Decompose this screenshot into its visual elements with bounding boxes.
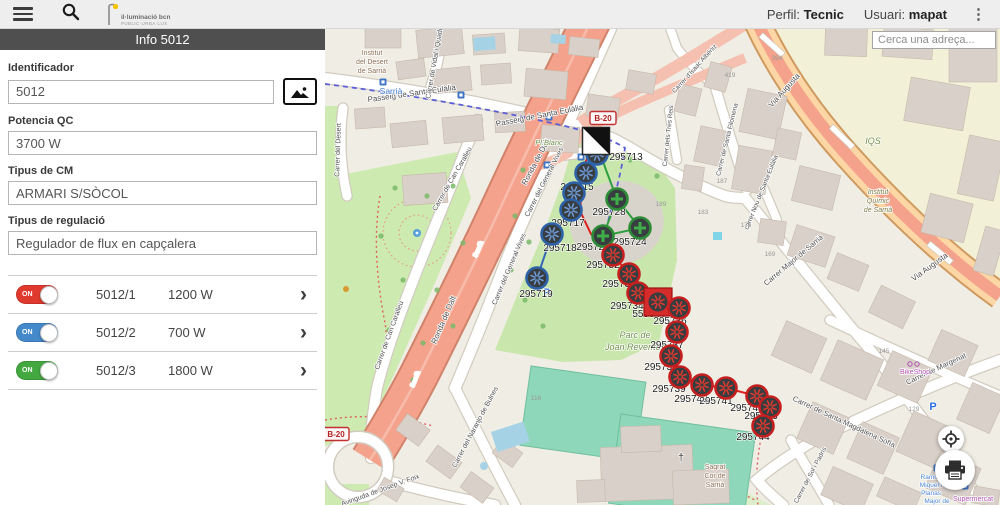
- poi-label: Cor de: [704, 473, 725, 480]
- svg-text:B-20: B-20: [594, 114, 612, 123]
- circuit-toggle-3[interactable]: ON: [16, 361, 58, 380]
- poi-label: del Desert: [356, 59, 388, 66]
- house-number: 116: [531, 395, 542, 402]
- map-marker-295719[interactable]: [527, 268, 548, 289]
- poi-label: Supermercat: [953, 496, 993, 503]
- map-marker-295744[interactable]: [753, 416, 774, 437]
- kebab-menu-icon[interactable]: ⋮: [967, 5, 990, 23]
- image-icon: [290, 85, 310, 99]
- field-label-tipus-cm: Tipus de CM: [8, 165, 317, 177]
- poi-label: de Sarrià: [358, 68, 387, 75]
- poi-label: Planas: [921, 490, 942, 497]
- house-number: 394: [772, 55, 783, 62]
- house-number: 183: [698, 209, 709, 216]
- map-marker-point[interactable]: [576, 163, 597, 184]
- house-number: 175: [741, 222, 752, 229]
- poi-label: Miquel i: [920, 482, 942, 489]
- house-number: 145: [879, 348, 890, 355]
- user-info: Usuari: mapat: [864, 7, 947, 22]
- house-number: 419: [725, 72, 736, 79]
- map-marker-295737[interactable]: [667, 322, 688, 343]
- photo-button[interactable]: [283, 78, 317, 105]
- tipus-regulacio-input[interactable]: [8, 231, 317, 255]
- address-search-input[interactable]: [872, 31, 996, 49]
- poi-label: Major de: [924, 498, 950, 505]
- svg-text:B-20: B-20: [327, 430, 345, 439]
- circuit-toggle-1[interactable]: ON: [16, 285, 58, 304]
- poi-label: P: [929, 401, 936, 413]
- top-bar: il·luminació bcn PUBLIC·URBA·LUX Perfil:…: [0, 0, 1000, 29]
- logo-line2: PUBLIC·URBA·LUX: [121, 22, 170, 27]
- circuit-list: ON 5012/1 1200 W › ON 5012/2 700 W › ON …: [8, 275, 317, 390]
- map-marker-555843[interactable]: [644, 288, 672, 316]
- menu-icon[interactable]: [13, 7, 33, 21]
- map-marker-295717[interactable]: [561, 200, 582, 221]
- map-marker-295732[interactable]: [603, 245, 624, 266]
- circuit-row-1[interactable]: ON 5012/1 1200 W ›: [8, 275, 317, 313]
- place-label: Parc de: [619, 330, 650, 340]
- house-number: 129: [909, 406, 920, 413]
- road-shield: B-20: [325, 428, 349, 441]
- field-label-potencia: Potencia QC: [8, 115, 317, 127]
- house-number: 189: [656, 201, 667, 208]
- circuit-row-2[interactable]: ON 5012/2 700 W ›: [8, 313, 317, 351]
- map-marker-295736[interactable]: [669, 298, 690, 319]
- marker-label: 295713: [609, 152, 643, 163]
- user-value: mapat: [909, 7, 947, 22]
- profile-info: Perfil: Tecnic: [767, 7, 844, 22]
- road-shield: B-20: [590, 112, 616, 125]
- map-marker-295741[interactable]: [716, 378, 737, 399]
- circuit-power: 1800 W: [168, 363, 213, 378]
- house-number: 169: [765, 251, 776, 258]
- map-marker-295738[interactable]: [661, 346, 682, 367]
- circuit-row-3[interactable]: ON 5012/3 1800 W ›: [8, 351, 317, 390]
- printer-icon: [944, 460, 966, 480]
- identificador-input[interactable]: [8, 80, 274, 104]
- map-marker-295724[interactable]: [630, 218, 651, 239]
- map-marker-295727[interactable]: [593, 226, 614, 247]
- streetlight-icon: [106, 3, 119, 26]
- map-marker-cm[interactable]: [583, 128, 610, 155]
- circuit-power: 700 W: [168, 325, 206, 340]
- profile-value: Tecnic: [804, 7, 844, 22]
- poi-label: Sarrià: [380, 86, 403, 96]
- map-marker-295718[interactable]: [542, 224, 563, 245]
- info-panel: Info 5012 Identificador Potencia QC Tipu…: [0, 28, 325, 505]
- house-number: 187: [717, 178, 728, 185]
- map-marker-295740[interactable]: [692, 375, 713, 396]
- field-label-tipus-regulacio: Tipus de regulació: [8, 215, 317, 227]
- geolocate-button[interactable]: [938, 426, 964, 452]
- potencia-input[interactable]: [8, 131, 317, 155]
- crosshair-icon: [942, 430, 960, 448]
- panel-title: Info 5012: [0, 28, 325, 50]
- field-label-identificador: Identificador: [8, 62, 317, 74]
- app-logo: il·luminació bcn PUBLIC·URBA·LUX: [106, 2, 170, 26]
- print-button[interactable]: [935, 450, 975, 490]
- poi-label: BikeShop: [900, 369, 930, 376]
- tipus-cm-input[interactable]: [8, 181, 317, 205]
- marker-label: 295719: [519, 289, 553, 300]
- poi-label: †: [678, 452, 684, 464]
- map-marker-295739[interactable]: [670, 367, 691, 388]
- poi-label: Sarrià: [706, 482, 725, 489]
- map-canvas[interactable]: Passeig de Santa EulàliaPasseig de Santa…: [325, 28, 1000, 505]
- circuit-toggle-2[interactable]: ON: [16, 323, 58, 342]
- place-label: IQS: [865, 136, 881, 146]
- search-icon[interactable]: [61, 2, 80, 26]
- circuit-power: 1200 W: [168, 287, 213, 302]
- circuit-name: 5012/2: [96, 325, 168, 340]
- poi-label: Químic: [867, 198, 890, 205]
- poi-label: de Sarrià: [864, 207, 893, 214]
- map-marker-295728[interactable]: [607, 189, 628, 210]
- poi-label: Institut: [868, 189, 890, 196]
- poi-label: Sagrat: [705, 464, 726, 471]
- poi-label: Institut: [362, 50, 383, 57]
- place-label: Pl.Blanc: [535, 138, 563, 147]
- circuit-name: 5012/1: [96, 287, 168, 302]
- map-container[interactable]: Passeig de Santa EulàliaPasseig de Santa…: [325, 28, 1000, 505]
- circuit-name: 5012/3: [96, 363, 168, 378]
